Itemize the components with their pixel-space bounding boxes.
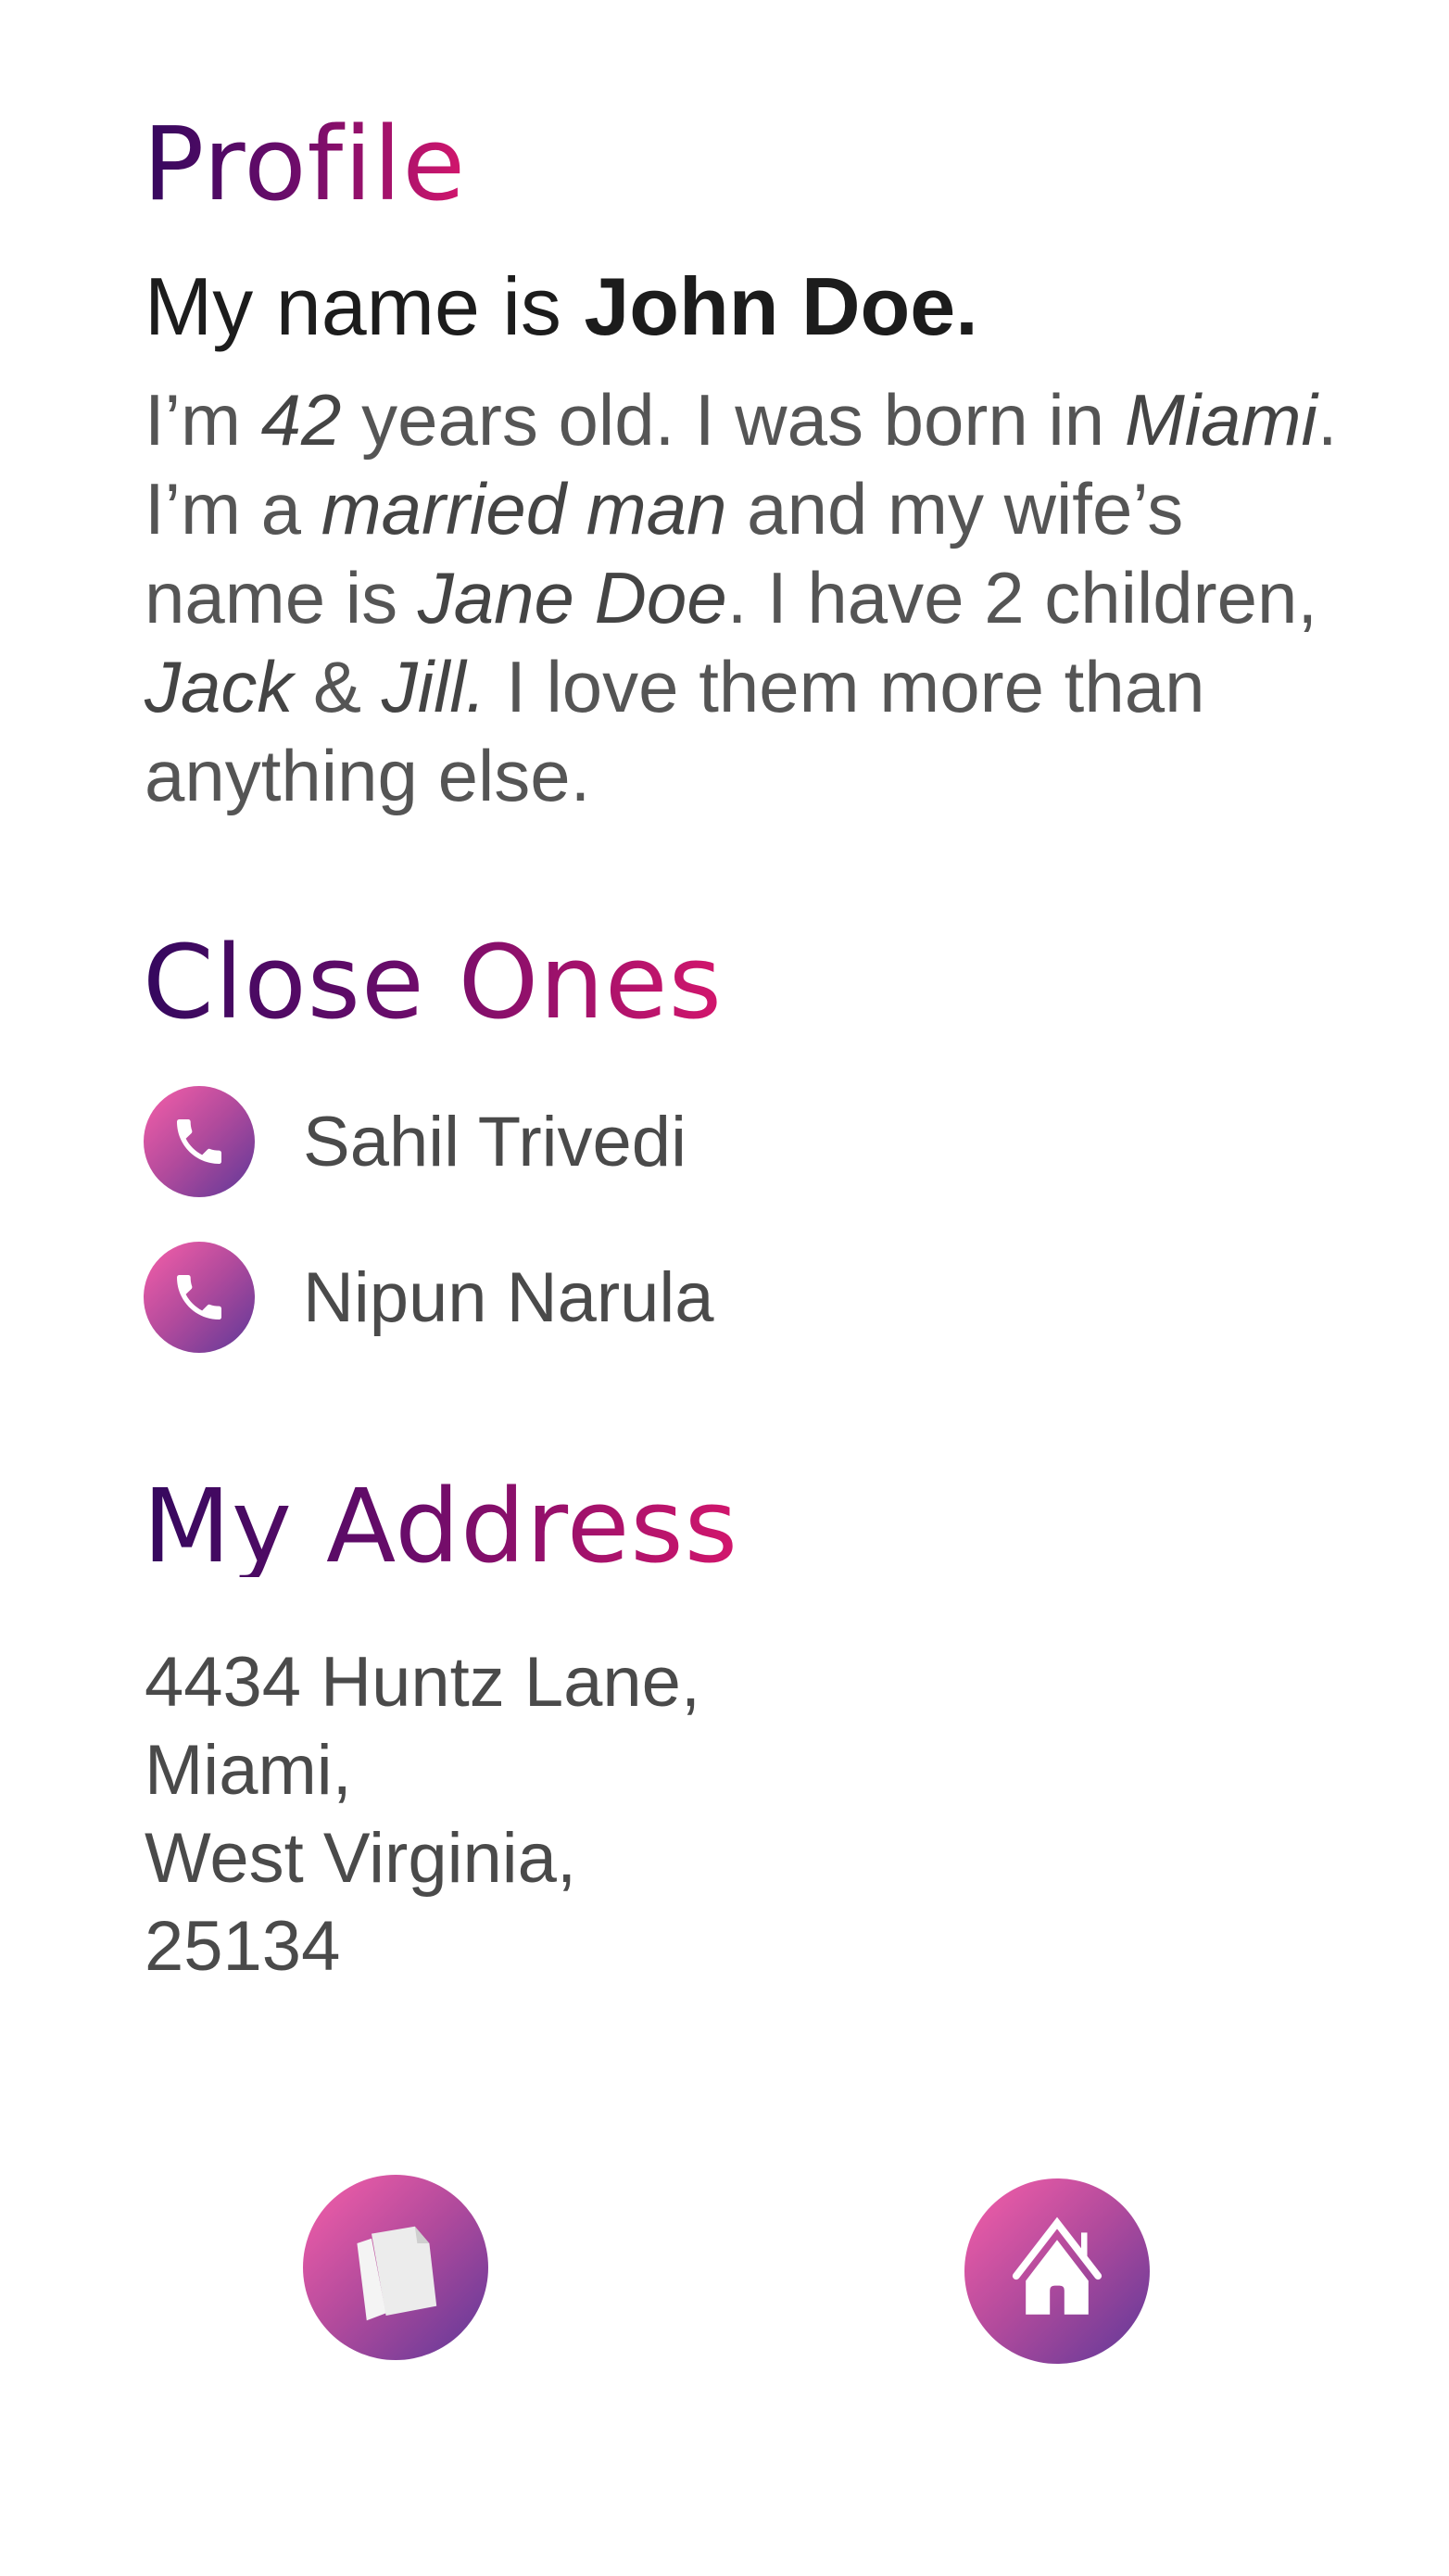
bio-text: years old. I was born in (341, 379, 1125, 461)
contact-item[interactable]: Nipun Narula (144, 1242, 714, 1353)
contact-name[interactable]: Sahil Trivedi (303, 1102, 687, 1182)
phone-icon (177, 1275, 221, 1320)
bio-text: . I have 2 children, (726, 557, 1318, 638)
bio-emphasis: Jill. (381, 646, 486, 727)
documents-icon (357, 2226, 437, 2321)
home-icon (1012, 2216, 1102, 2315)
bio-paragraph: I’m 42 years old. I was born in Miami . I… (145, 375, 1349, 820)
bio-emphasis: Miami (1124, 379, 1317, 461)
intro-line: My name is John Doe. (145, 259, 978, 354)
phone-icon (177, 1119, 221, 1164)
bio-emphasis: 42 (260, 379, 342, 461)
user-name: John Doe. (584, 260, 978, 352)
intro-prefix: My name is (145, 260, 585, 352)
address-line: Miami, (145, 1731, 352, 1810)
profile-title: Profile (143, 105, 467, 223)
bio-emphasis: married man (321, 468, 727, 549)
address-block: 4434 Huntz Lane, Miami, West Virginia, 2… (145, 1638, 700, 1990)
contact-name[interactable]: Nipun Narula (303, 1257, 714, 1338)
bio-text: & (293, 646, 382, 727)
address-line: West Virginia, (145, 1819, 577, 1898)
bio-emphasis: Jack (145, 646, 294, 727)
address-title: My Address (143, 1467, 739, 1585)
documents-button[interactable] (303, 2175, 488, 2360)
address-line: 4434 Huntz Lane, (145, 1643, 701, 1722)
close-ones-title: Close Ones (143, 923, 723, 1042)
bio-text: I’m (145, 379, 261, 461)
bio-emphasis: Jane Doe (417, 557, 727, 638)
contact-item[interactable]: Sahil Trivedi (144, 1086, 687, 1197)
home-button[interactable] (964, 2178, 1150, 2364)
address-line: 25134 (145, 1907, 341, 1986)
call-button[interactable] (144, 1242, 255, 1353)
call-button[interactable] (144, 1086, 255, 1197)
